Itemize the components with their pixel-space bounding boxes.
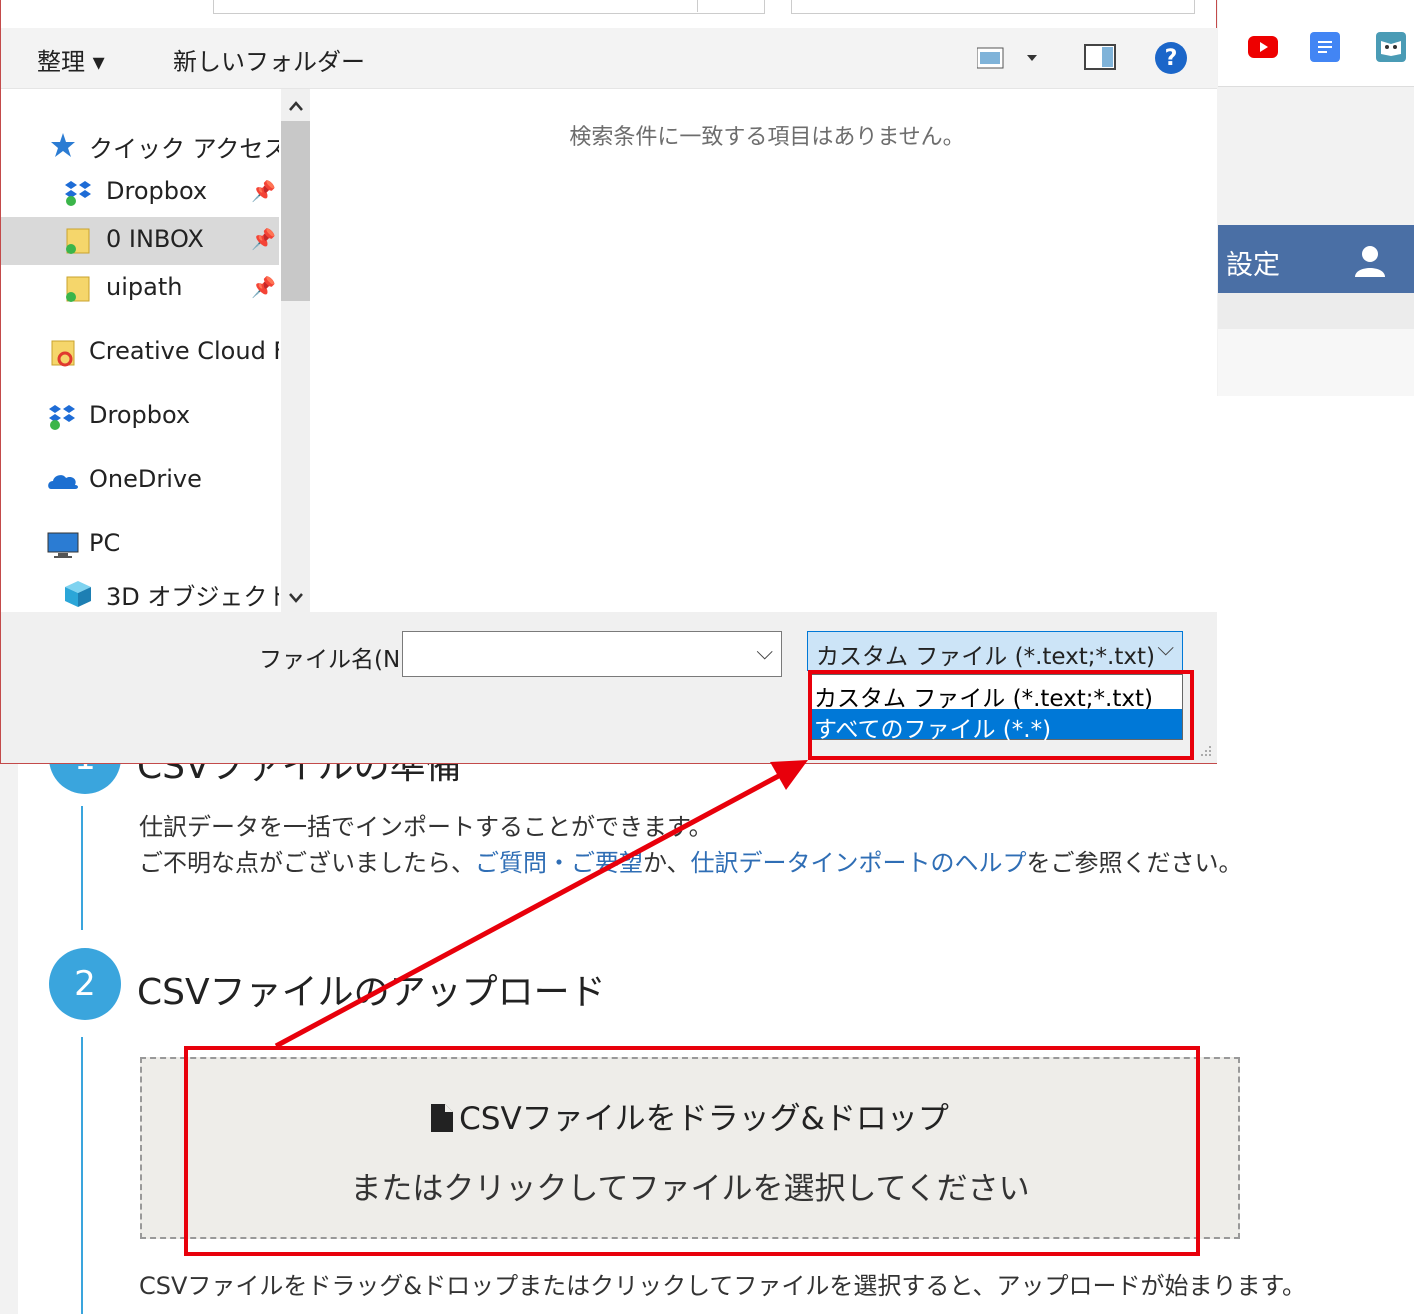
annotation-arrow xyxy=(274,760,808,1049)
